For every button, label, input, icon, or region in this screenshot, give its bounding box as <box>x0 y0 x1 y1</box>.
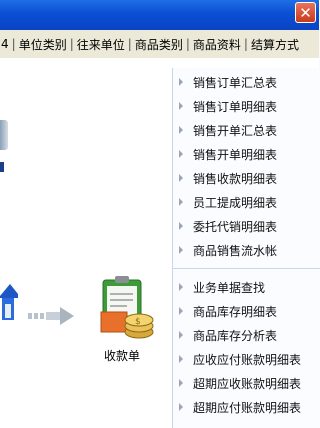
triangle-bullet-icon <box>179 246 183 254</box>
menu-item-consignment-detail[interactable]: 委托代销明细表 <box>173 214 320 238</box>
menu-item-inventory-detail[interactable]: 商品库存明细表 <box>173 299 320 323</box>
toolbar-separator: | <box>243 37 248 51</box>
menu-item-sales-receipt-detail[interactable]: 销售收款明细表 <box>173 166 320 190</box>
triangle-bullet-icon <box>179 222 183 230</box>
triangle-bullet-icon <box>179 126 183 134</box>
menu-item-ar-ap-detail[interactable]: 应收应付账款明细表 <box>173 347 320 371</box>
menu-item-sales-order-detail[interactable]: 销售订单明细表 <box>173 94 320 118</box>
toolbar-item-settlement-method[interactable]: 结算方式 <box>250 36 300 53</box>
triangle-bullet-icon <box>179 102 183 110</box>
receipt-icon[interactable]: $ <box>93 274 159 344</box>
menu-item-document-search[interactable]: 业务单据查找 <box>173 275 320 299</box>
house-icon[interactable] <box>0 282 18 322</box>
menu-item-overdue-payable[interactable]: 超期应付账款明细表 <box>173 395 320 419</box>
menu-item-inventory-analysis[interactable]: 商品库存分析表 <box>173 323 320 347</box>
report-menu-panel: 销售订单汇总表 销售订单明细表 销售开单汇总表 销售开单明细表 销售收款明细表 … <box>172 68 320 428</box>
triangle-bullet-icon <box>179 355 183 363</box>
sales-report-group: 销售订单汇总表 销售订单明细表 销售开单汇总表 销售开单明细表 销售收款明细表 … <box>173 70 320 262</box>
menu-item-sales-invoice-detail[interactable]: 销售开单明细表 <box>173 142 320 166</box>
triangle-bullet-icon <box>179 150 183 158</box>
triangle-bullet-icon <box>179 198 183 206</box>
toolbar-item-product-info[interactable]: 商品资料 <box>192 36 242 53</box>
triangle-bullet-icon <box>179 78 183 86</box>
partial-module-icon[interactable] <box>0 120 8 150</box>
menu-item-sales-invoice-summary[interactable]: 销售开单汇总表 <box>173 118 320 142</box>
triangle-bullet-icon <box>179 331 183 339</box>
triangle-bullet-icon <box>179 403 183 411</box>
toolbar-item-unit-category[interactable]: 单位类别 <box>18 36 68 53</box>
flow-arrow-icon <box>28 307 74 325</box>
toolbar-item-partial[interactable]: 4 <box>0 37 10 51</box>
toolbar-separator: | <box>11 37 16 51</box>
triangle-bullet-icon <box>179 307 183 315</box>
main-content: $ 收款单 销售订单汇总表 销售订单明细表 销售开单汇总表 销售开单明细表 销售… <box>0 58 320 428</box>
query-report-group: 业务单据查找 商品库存明细表 商品库存分析表 应收应付账款明细表 超期应收账款明… <box>173 275 320 419</box>
title-bar: ✕ <box>0 0 319 30</box>
toolbar-separator: | <box>127 37 132 51</box>
triangle-bullet-icon <box>179 379 183 387</box>
svg-text:$: $ <box>135 317 141 327</box>
menu-divider <box>173 268 320 269</box>
toolbar: 4 | 单位类别 | 往来单位 | 商品类别 | 商品资料 | 结算方式 <box>0 30 319 59</box>
menu-item-commission-detail[interactable]: 员工提成明细表 <box>173 190 320 214</box>
triangle-bullet-icon <box>179 283 183 291</box>
menu-item-overdue-receivable[interactable]: 超期应收账款明细表 <box>173 371 320 395</box>
close-button[interactable]: ✕ <box>295 2 316 23</box>
partial-module-label <box>0 162 4 172</box>
menu-item-product-sales-ledger[interactable]: 商品销售流水帐 <box>173 238 320 262</box>
toolbar-separator: | <box>69 37 74 51</box>
receipt-label[interactable]: 收款单 <box>104 347 140 364</box>
menu-item-sales-order-summary[interactable]: 销售订单汇总表 <box>173 70 320 94</box>
toolbar-item-partners[interactable]: 往来单位 <box>76 36 126 53</box>
toolbar-separator: | <box>185 37 190 51</box>
triangle-bullet-icon <box>179 174 183 182</box>
toolbar-item-product-category[interactable]: 商品类别 <box>134 36 184 53</box>
